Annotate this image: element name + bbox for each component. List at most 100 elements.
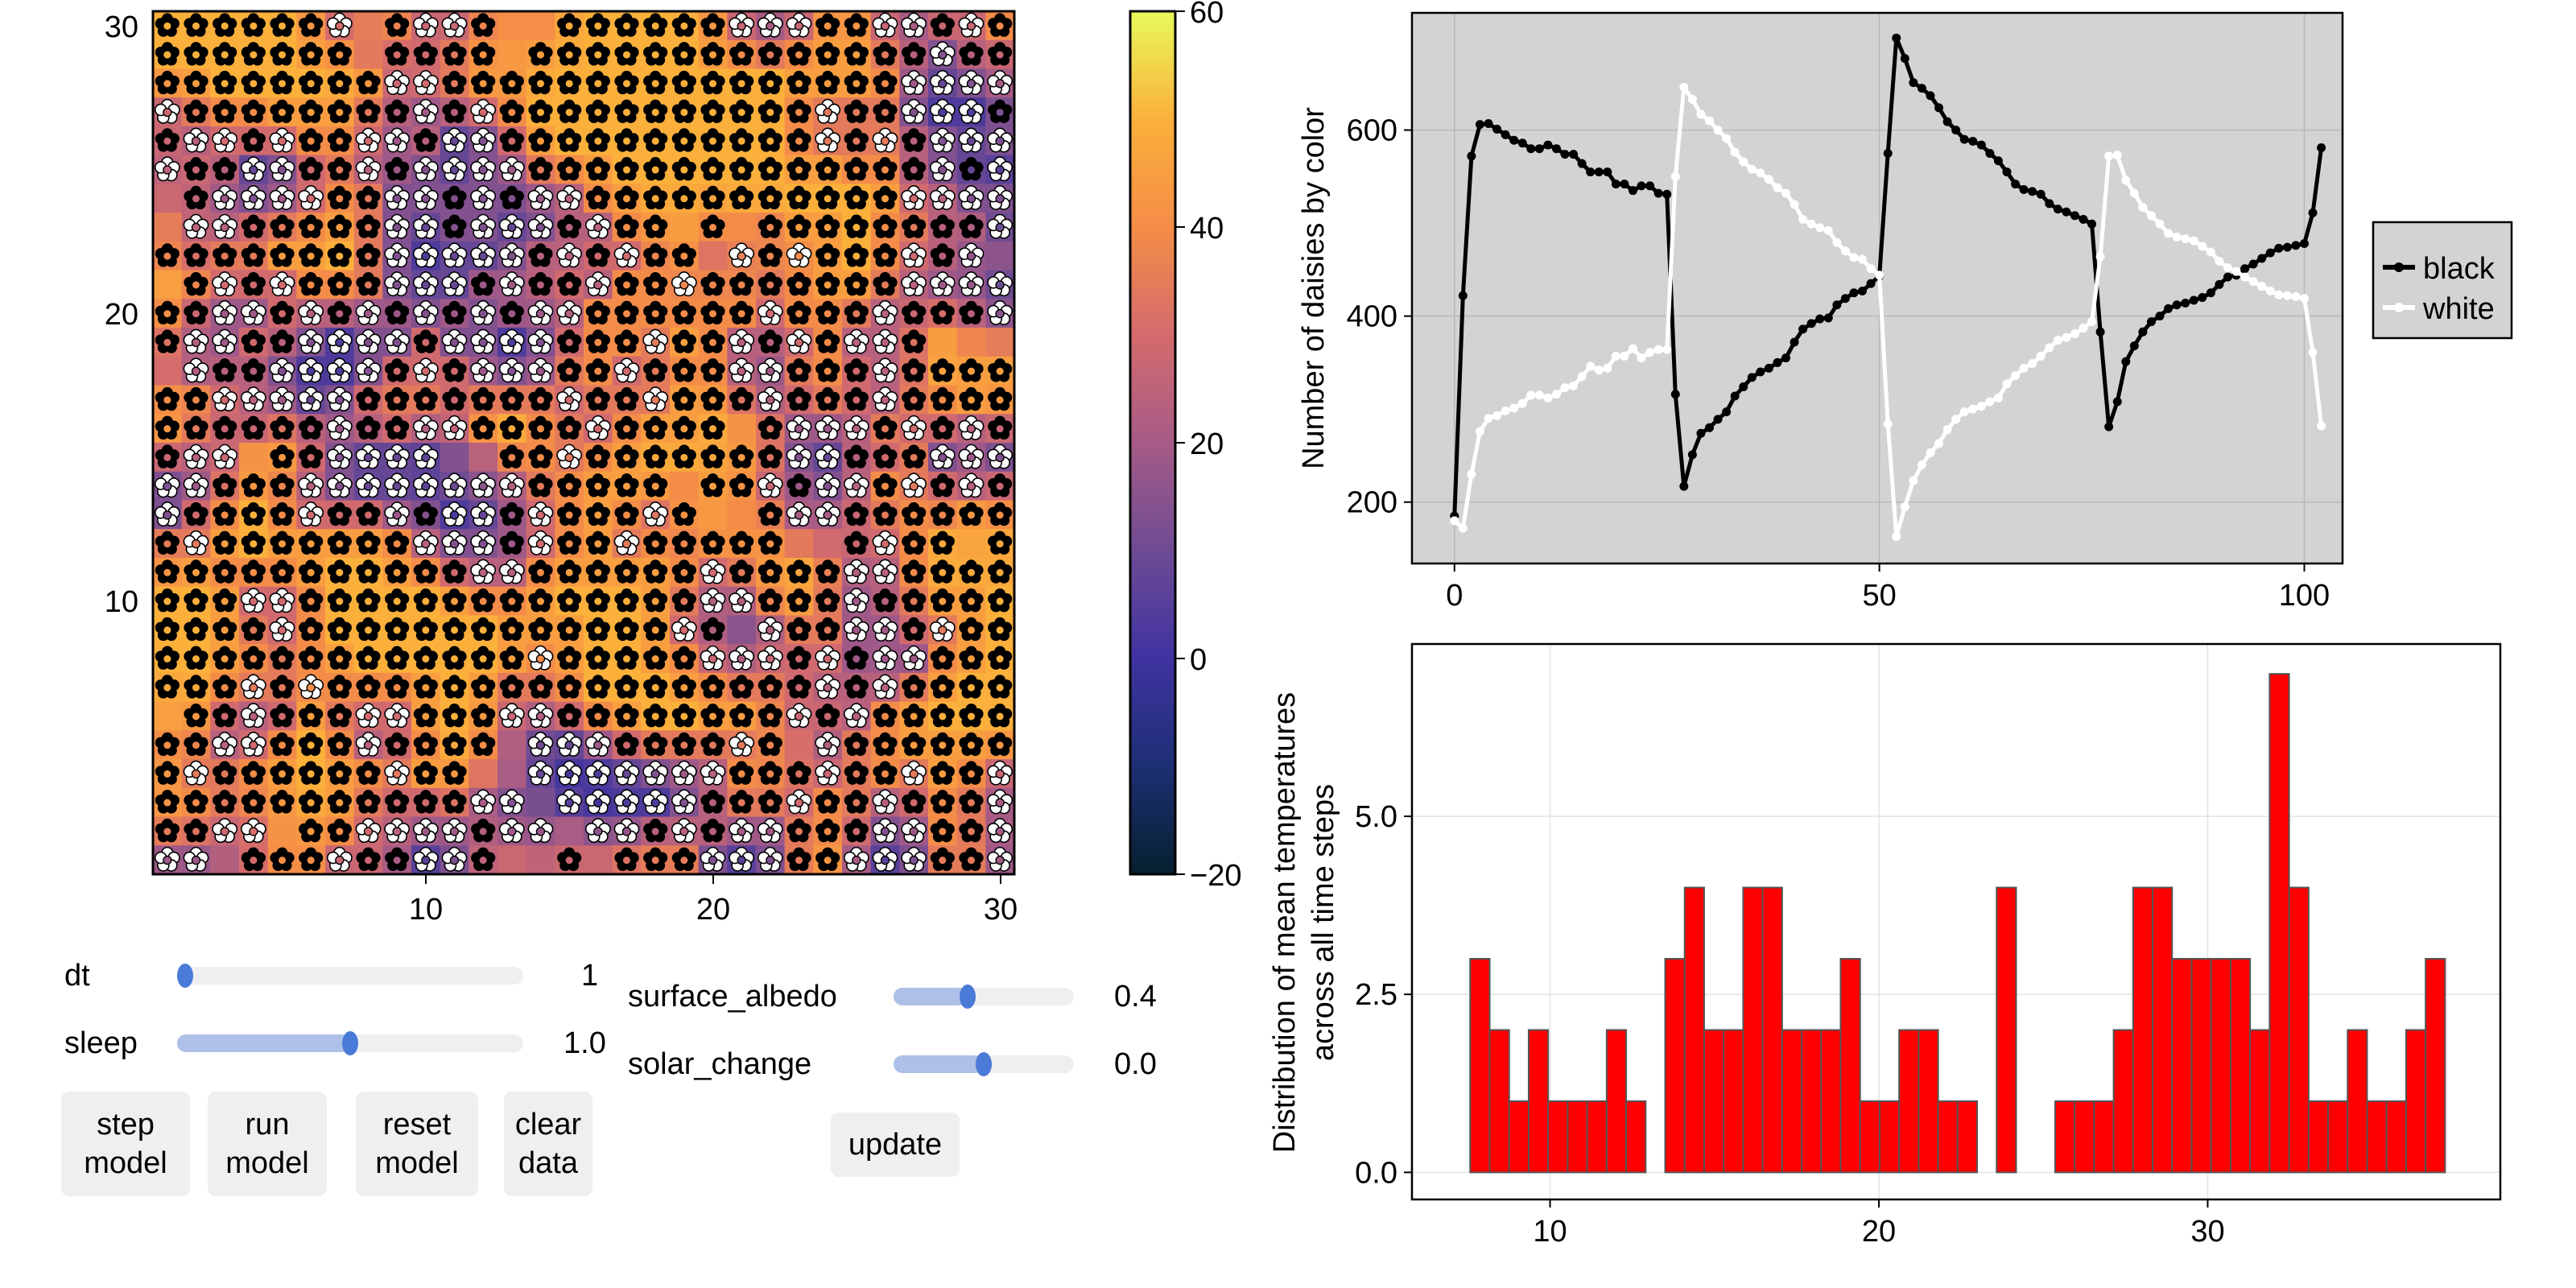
black-daisy-cell	[353, 586, 383, 616]
black-daisy-cell	[267, 68, 297, 98]
white-daisy-cell	[497, 701, 527, 731]
black-daisy-cell	[956, 299, 986, 328]
black-daisy-cell	[497, 299, 527, 328]
white-daisy-cell	[756, 471, 786, 501]
black-daisy-cell	[210, 500, 240, 530]
empty-cell	[267, 816, 297, 846]
black-daisy-cell	[325, 586, 355, 616]
empty-cell	[469, 443, 498, 473]
white-daisy-cell	[928, 68, 958, 98]
data-point-black	[2121, 357, 2131, 366]
black-daisy-cell	[870, 759, 900, 789]
black-daisy-cell	[641, 730, 671, 760]
black-daisy-cell	[411, 644, 441, 674]
white-daisy-cell	[641, 385, 671, 415]
white-daisy-cell	[469, 241, 498, 271]
histogram-bar	[2093, 1100, 2115, 1174]
white-daisy-cell	[325, 414, 355, 444]
white-daisy-cell	[382, 213, 412, 242]
sleep-slider[interactable]	[177, 1031, 523, 1055]
solar-change-slider[interactable]	[894, 1052, 1074, 1076]
black-daisy-cell	[612, 184, 642, 213]
black-daisy-cell	[842, 759, 872, 789]
black-daisy-cell	[956, 816, 986, 846]
black-daisy-cell	[727, 529, 757, 559]
white-daisy-cell	[267, 270, 297, 299]
data-point-black	[1526, 144, 1536, 154]
black-daisy-cell	[181, 68, 211, 98]
white-daisy-cell	[296, 328, 326, 357]
white-daisy-cell	[727, 730, 757, 760]
black-daisy-cell	[296, 845, 326, 875]
white-daisy-cell	[784, 500, 814, 530]
empty-cell	[956, 328, 986, 357]
black-daisy-cell	[756, 126, 786, 156]
slider-handle[interactable]	[959, 985, 976, 1009]
black-daisy-cell	[353, 845, 383, 875]
empty-cell	[153, 270, 183, 299]
white-daisy-cell	[210, 328, 240, 357]
black-daisy-cell	[267, 644, 297, 674]
black-daisy-cell	[584, 126, 613, 156]
black-daisy-cell	[956, 155, 986, 184]
step-model-button[interactable]: step model	[61, 1092, 190, 1196]
data-point-white	[2215, 256, 2224, 266]
black-daisy-cell	[181, 155, 211, 184]
white-daisy-cell	[526, 184, 555, 213]
dt-slider[interactable]	[177, 964, 523, 988]
run-model-button[interactable]: run model	[208, 1092, 327, 1196]
slider-handle[interactable]	[342, 1031, 358, 1055]
data-point-white	[2095, 252, 2105, 262]
data-point-white	[1764, 175, 1773, 184]
data-point-black	[1883, 148, 1893, 158]
empty-cell	[469, 759, 498, 789]
black-daisy-cell	[440, 557, 469, 588]
black-daisy-cell	[325, 299, 355, 328]
slider-handle[interactable]	[976, 1052, 992, 1076]
white-daisy-cell	[956, 471, 986, 501]
update-button[interactable]: update	[831, 1113, 960, 1177]
black-daisy-cell	[641, 443, 671, 473]
surface-albedo-slider[interactable]	[894, 985, 1074, 1009]
black-daisy-cell	[153, 385, 183, 415]
white-daisy-cell	[210, 270, 240, 299]
black-daisy-cell	[296, 644, 326, 674]
black-daisy-cell	[870, 443, 900, 473]
black-daisy-cell	[899, 213, 929, 242]
slider-handle[interactable]	[177, 964, 193, 988]
white-daisy-cell	[440, 155, 469, 184]
colorbar-tick: 0	[1190, 643, 1207, 677]
empty-cell	[727, 414, 757, 444]
reset-model-button[interactable]: reset model	[356, 1092, 478, 1196]
data-point-white	[1756, 168, 1765, 178]
black-daisy-cell	[985, 385, 1015, 415]
black-daisy-cell	[267, 529, 297, 559]
data-point-black	[1892, 33, 1901, 43]
clear-data-button[interactable]: clear data	[504, 1092, 592, 1196]
white-daisy-cell	[469, 299, 498, 328]
black-daisy-cell	[842, 270, 872, 299]
black-daisy-cell	[382, 787, 412, 818]
black-daisy-cell	[956, 385, 986, 415]
black-daisy-cell	[440, 213, 469, 242]
black-daisy-cell	[382, 299, 412, 328]
button-label: run	[245, 1108, 290, 1141]
data-point-black	[1645, 181, 1655, 191]
empty-cell	[928, 328, 958, 357]
black-daisy-cell	[985, 701, 1015, 731]
black-daisy-cell	[899, 299, 929, 328]
black-daisy-cell	[727, 270, 757, 299]
black-daisy-cell	[353, 500, 383, 530]
black-daisy-cell	[526, 557, 555, 588]
empty-cell	[985, 328, 1015, 357]
slider-value-surface-albedo: 0.4	[1114, 980, 1157, 1013]
white-daisy-cell	[440, 11, 469, 41]
black-daisy-cell	[239, 644, 269, 674]
black-daisy-cell	[784, 644, 814, 674]
white-daisy-cell	[670, 615, 700, 645]
black-daisy-cell	[181, 787, 211, 818]
white-daisy-cell	[584, 213, 613, 242]
black-daisy-cell	[928, 557, 958, 588]
histogram-bar	[2268, 673, 2290, 1174]
black-daisy-cell	[440, 644, 469, 674]
